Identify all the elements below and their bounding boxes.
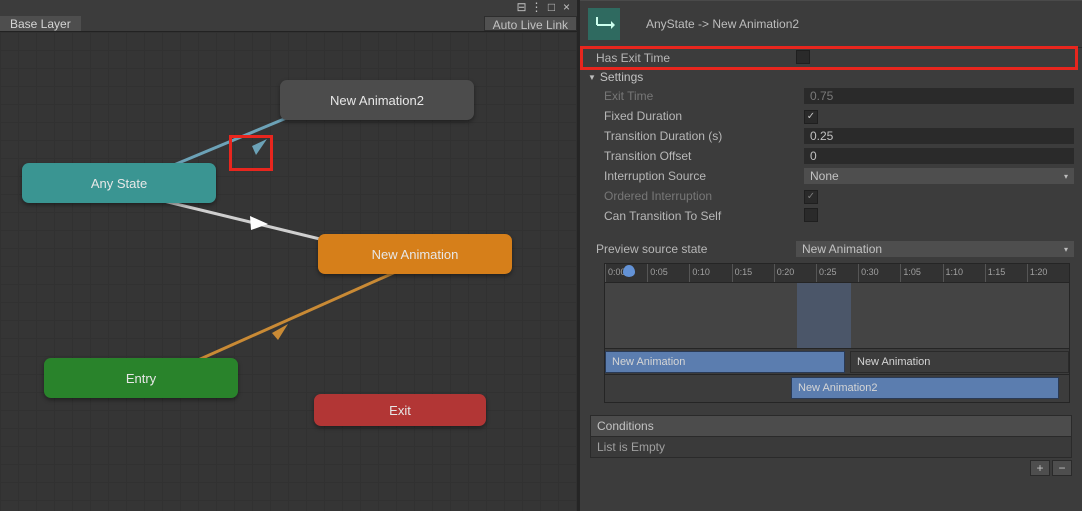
transition-timeline[interactable]: 0:00 0:05 0:10 0:15 0:20 0:25 0:30 1:05 …	[604, 263, 1070, 403]
transition-icon	[588, 8, 620, 40]
fixed-duration-label: Fixed Duration	[604, 109, 804, 123]
timeline-tick: 0:25	[816, 264, 858, 282]
context-menu-icon[interactable]: ⋮	[530, 0, 543, 13]
breadcrumb-bar: Base Layer Auto Live Link	[0, 16, 577, 32]
exit-time-field[interactable]: 0.75	[804, 88, 1074, 104]
timeline-tick: 0:15	[732, 264, 774, 282]
timeline-tick: 1:20	[1027, 264, 1069, 282]
transition-duration-row: Transition Duration (s) 0.25	[580, 126, 1082, 146]
interruption-source-value: None	[810, 169, 839, 183]
can-transition-self-row: Can Transition To Self	[580, 206, 1082, 226]
timeline-ruler[interactable]: 0:00 0:05 0:10 0:15 0:20 0:25 0:30 1:05 …	[605, 264, 1069, 282]
transition-duration-label: Transition Duration (s)	[604, 129, 804, 143]
transition-offset-field[interactable]: 0	[804, 148, 1074, 164]
inspector-title: AnyState -> New Animation2	[628, 17, 799, 31]
clip-source-b[interactable]: New Animation	[850, 351, 1069, 373]
timeline-tick: 0:10	[689, 264, 731, 282]
has-exit-time-row: Has Exit Time	[580, 48, 1082, 68]
settings-label: Settings	[600, 70, 643, 84]
inspector-titlebar: AnyState -> New Animation2	[580, 0, 1082, 48]
transition-offset-label: Transition Offset	[604, 149, 804, 163]
add-condition-button[interactable]: +	[1030, 460, 1050, 476]
close-icon[interactable]: ×	[560, 0, 573, 13]
window-controls: ⊟ ⋮ □ ×	[0, 0, 577, 16]
blend-region[interactable]	[797, 283, 851, 348]
timeline-tick: 1:15	[985, 264, 1027, 282]
has-exit-time-checkbox[interactable]	[796, 50, 810, 64]
transition-highlight	[229, 135, 273, 171]
timeline-tick: 1:05	[900, 264, 942, 282]
auto-live-link-button[interactable]: Auto Live Link	[484, 16, 577, 31]
interruption-source-label: Interruption Source	[604, 169, 804, 183]
clip-row-source: New Animation New Animation	[605, 348, 1069, 374]
has-exit-time-label: Has Exit Time	[596, 51, 796, 65]
preview-source-dropdown[interactable]: New Animation ▾	[796, 241, 1074, 257]
ordered-interruption-row: Ordered Interruption ✓	[580, 186, 1082, 206]
ordered-interruption-label: Ordered Interruption	[604, 189, 804, 203]
preview-source-label: Preview source state	[596, 242, 796, 256]
conditions-header: Conditions	[590, 415, 1072, 437]
playhead[interactable]	[623, 265, 635, 277]
remove-condition-button[interactable]: −	[1052, 460, 1072, 476]
preview-source-value: New Animation	[802, 242, 882, 256]
chevron-down-icon: ▾	[1064, 245, 1068, 254]
inspector-panel: AnyState -> New Animation2 Has Exit Time…	[580, 0, 1082, 511]
conditions-footer: + −	[590, 458, 1072, 478]
chevron-down-icon: ▼	[588, 73, 596, 82]
clip-row-dest: New Animation2	[605, 374, 1069, 400]
exit-time-label: Exit Time	[604, 89, 804, 103]
interruption-source-row: Interruption Source None ▾	[580, 166, 1082, 186]
state-node-newanimation2[interactable]: New Animation2	[280, 80, 474, 120]
conditions-section: Conditions List is Empty + −	[590, 415, 1072, 478]
timeline-tick: 0:20	[774, 264, 816, 282]
fixed-duration-checkbox[interactable]: ✓	[804, 110, 818, 124]
breadcrumb[interactable]: Base Layer	[0, 16, 81, 31]
state-node-newanimation[interactable]: New Animation	[318, 234, 512, 274]
animator-panel: ⊟ ⋮ □ × Base Layer Auto Live Link Any St…	[0, 0, 580, 511]
timeline-clips: New Animation New Animation New Animatio…	[605, 348, 1069, 402]
timeline-body[interactable]	[605, 282, 1069, 348]
timeline-tick: 1:10	[943, 264, 985, 282]
can-transition-self-label: Can Transition To Self	[604, 209, 804, 223]
state-node-entry[interactable]: Entry	[44, 358, 238, 398]
clip-destination[interactable]: New Animation2	[791, 377, 1059, 399]
maximize-icon[interactable]: □	[545, 0, 558, 13]
state-node-exit[interactable]: Exit	[314, 394, 486, 426]
chevron-down-icon: ▾	[1064, 172, 1068, 181]
lock-icon[interactable]: ⊟	[515, 0, 528, 13]
exit-time-row: Exit Time 0.75	[580, 86, 1082, 106]
settings-foldout[interactable]: ▼ Settings	[580, 68, 1082, 86]
can-transition-self-checkbox[interactable]	[804, 208, 818, 222]
transition-offset-row: Transition Offset 0	[580, 146, 1082, 166]
timeline-tick: 0:05	[647, 264, 689, 282]
timeline-tick: 0:30	[858, 264, 900, 282]
conditions-empty: List is Empty	[590, 437, 1072, 458]
clip-source-a[interactable]: New Animation	[605, 351, 845, 373]
state-graph-canvas[interactable]: Any State New Animation2 New Animation E…	[0, 32, 577, 511]
state-node-anystate[interactable]: Any State	[22, 163, 216, 203]
preview-source-row: Preview source state New Animation ▾	[580, 239, 1082, 259]
ordered-interruption-checkbox[interactable]: ✓	[804, 190, 818, 204]
transition-duration-field[interactable]: 0.25	[804, 128, 1074, 144]
fixed-duration-row: Fixed Duration ✓	[580, 106, 1082, 126]
interruption-source-dropdown[interactable]: None ▾	[804, 168, 1074, 184]
